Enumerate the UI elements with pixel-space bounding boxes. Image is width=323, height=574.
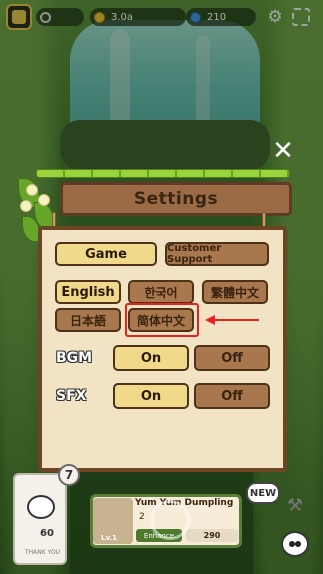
item-level: Lv.1 (101, 534, 117, 542)
tab-customer-support[interactable]: Customer Support (165, 242, 269, 266)
language-korean-button[interactable]: 한국어 (128, 280, 194, 304)
item-quantity: 2 (139, 512, 145, 522)
language-japanese-button[interactable]: 日本語 (55, 308, 121, 332)
bgm-off-button[interactable]: Off (194, 345, 270, 371)
card-count: 60 (40, 528, 54, 539)
language-traditional-chinese-button[interactable]: 繁體中文 (202, 280, 268, 304)
tap-ring-icon (150, 500, 190, 540)
bamboo-bar (36, 169, 290, 178)
card-subtitle: THANK YOU (25, 549, 61, 556)
sfx-on-button[interactable]: On (113, 383, 189, 409)
panda-icon (27, 495, 55, 519)
highlight-box (125, 303, 199, 337)
page-title: Settings (133, 189, 219, 209)
bgm-on-button[interactable]: On (113, 345, 189, 371)
tab-game[interactable]: Game (55, 242, 157, 266)
panda-menu-icon[interactable] (281, 531, 309, 557)
sfx-label: SFX (56, 388, 87, 404)
arrow-left-icon (205, 315, 259, 325)
price-label: 290 (186, 529, 238, 542)
language-english-button[interactable]: English (55, 280, 121, 304)
sfx-off-button[interactable]: Off (194, 383, 270, 409)
hammer-icon[interactable]: ⚒ (284, 495, 306, 517)
card-level-badge: 7 (58, 464, 80, 486)
close-button[interactable]: ✕ (271, 138, 295, 164)
settings-title-board: Settings (60, 182, 292, 216)
bgm-label: BGM (56, 350, 93, 366)
new-badge[interactable]: NEW (246, 482, 280, 504)
